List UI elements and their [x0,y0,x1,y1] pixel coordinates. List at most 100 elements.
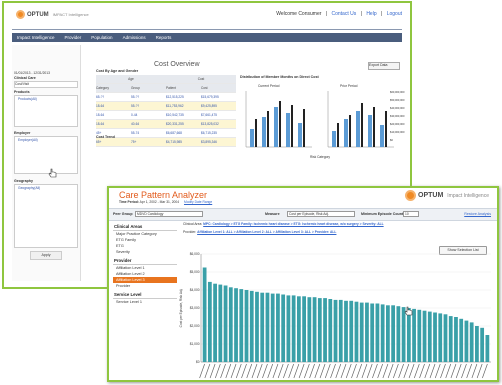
nav-provider[interactable]: Provider [60,33,87,42]
x-tick-label-smudge [235,363,242,379]
x-tick-label-smudge [241,363,247,379]
table-row[interactable]: 18-64 55-?? $11,753,962 $9,425,895 [96,102,236,111]
time-period-value: Apr 1, 2002 - Mar 31, 2004 [139,200,180,204]
y-tick-label: $5,000 [190,270,200,274]
x-tick-label-smudge [246,363,253,379]
table-row[interactable]: 18-64 40-64 $20,331,255 $13,825,032 [96,120,236,129]
x-tick-label-smudge [419,363,425,379]
table-row[interactable]: 18-64 0-44 $10,542,735 $7,661,475 [96,111,236,120]
peer-group-select[interactable]: MDVD Cardiology [135,211,203,217]
front-header: Care Pattern Analyzer Time Period: Apr 1… [109,188,497,206]
measure-select[interactable]: Cost per Episode, Risk Adj. [287,211,355,217]
table-row[interactable]: 45+ 55-74 $6,687,668 $6,715,235 [96,129,236,138]
bar [239,289,244,362]
y-tick-label: $0 [196,360,200,364]
nav-admissions[interactable]: Admissions [118,33,151,42]
nav-impact-intelligence[interactable]: Impact Intelligence [12,33,60,42]
x-tick-label-smudge [476,363,483,379]
geography-item[interactable]: Geography(All) [18,186,40,190]
y-tick-label: $2,000 [190,324,200,328]
x-tick-label-smudge [256,363,263,379]
bar [386,305,390,362]
page-title: Cost Overview [154,61,200,68]
y-tick-label: $3,000 [190,306,200,310]
hand-cursor-icon [404,306,413,316]
sidebar-header-provider: Provider [113,257,177,265]
contact-us-link[interactable]: Contact Us [331,11,356,17]
x-tick-label-smudge [372,363,378,379]
x-tick-label-smudge [450,363,457,379]
restore-analysis-link[interactable]: Restore Analysis [464,212,491,216]
table-title: Cost By Age and Gender [96,69,139,73]
bar [448,316,453,362]
bar [380,304,385,362]
geography-tree[interactable]: Geography(All) [14,184,78,248]
distribution-charts: Distribution of Member Months on Direct … [240,75,408,161]
sidebar-item-provider[interactable]: Provider [113,283,177,289]
export-data-select[interactable]: Export Data [368,62,400,70]
bar [396,306,401,362]
date-range: 01/01/2013 - 12/31/2013 [14,71,50,75]
measure-label: Measure [265,212,280,216]
clinical-select[interactable]: Cost/Visit [14,81,78,88]
table-row[interactable]: 65+ 75+ $4,715,985 $3,895,346 [96,138,236,147]
bar [354,301,359,362]
sidebar-item-service-level-1[interactable]: Service Level 1 [113,299,177,305]
bar [344,300,348,362]
x-tick-label-smudge [351,363,357,379]
x-tick-label-smudge [471,363,478,379]
nav-reports[interactable]: Reports [151,33,177,42]
x-tick-label-smudge [429,363,436,379]
page-title: Care Pattern Analyzer [119,190,208,200]
bar [317,298,322,362]
hand-cursor-icon [48,168,57,178]
x-tick-label-smudge [293,363,300,379]
sidebar-item-severity[interactable]: Severity [113,249,177,255]
products-tree[interactable]: Products(All) [14,95,78,127]
nav-population[interactable]: Population [86,33,117,42]
help-link[interactable]: Help [366,11,376,17]
bar [328,299,333,362]
mini-chart-current [245,91,312,148]
breadcrumb-clinical[interactable]: MPC: Cardiology > ETG Family: Ischemic h… [203,222,383,226]
bar [202,267,207,362]
employer-tree[interactable]: Employer(All) [14,136,78,174]
apply-button[interactable]: Apply [30,251,62,260]
bar [323,298,327,362]
optum-logo: OPTUM IMPACT Intelligence [16,10,89,19]
modify-date-range-link[interactable]: Modify Date Range [184,200,212,204]
x-tick-label-smudge [345,363,352,379]
table-group-header: Age Cost [96,75,236,84]
min-episode-select[interactable]: 10 [403,211,419,217]
x-tick-label-smudge [356,363,363,379]
y-tick-label: $4,000 [190,288,200,292]
bar [469,322,474,362]
bar [228,287,233,362]
brand-name: OPTUM [418,192,444,199]
geography-label: Geography [14,179,33,183]
breadcrumb-provider[interactable]: Affiliation Level 1: ALL > Affiliation L… [197,230,336,234]
bar [291,295,296,362]
bar [276,293,280,362]
x-tick-label-smudge [199,363,205,379]
mini-chart-prior [327,91,394,148]
breadcrumb-clinical-label: Clinical Area: [183,222,203,226]
x-tick-label-smudge [445,363,452,379]
x-tick-label-smudge [251,363,258,379]
employer-item[interactable]: Employer(All) [18,138,38,142]
bar [459,318,464,362]
bar [338,299,343,362]
bar [234,288,238,362]
employer-label: Employer [14,131,31,135]
products-item[interactable]: Products(All) [18,97,37,101]
sidebar-header-clinical-areas: Clinical Areas [113,223,177,231]
min-episode-label: Minimum Episode Count: [361,212,405,216]
bar [370,303,375,362]
table-row[interactable]: 65-?? 55-?? $12,515,225 $15,679,395 [96,93,236,102]
logout-link[interactable]: Logout [387,11,402,17]
x-tick-label-smudge [466,363,473,379]
x-tick-label-smudge [209,363,216,379]
x-tick-label-smudge [387,363,394,379]
bar [270,293,275,362]
chart-left-title: Current Period [258,84,280,88]
